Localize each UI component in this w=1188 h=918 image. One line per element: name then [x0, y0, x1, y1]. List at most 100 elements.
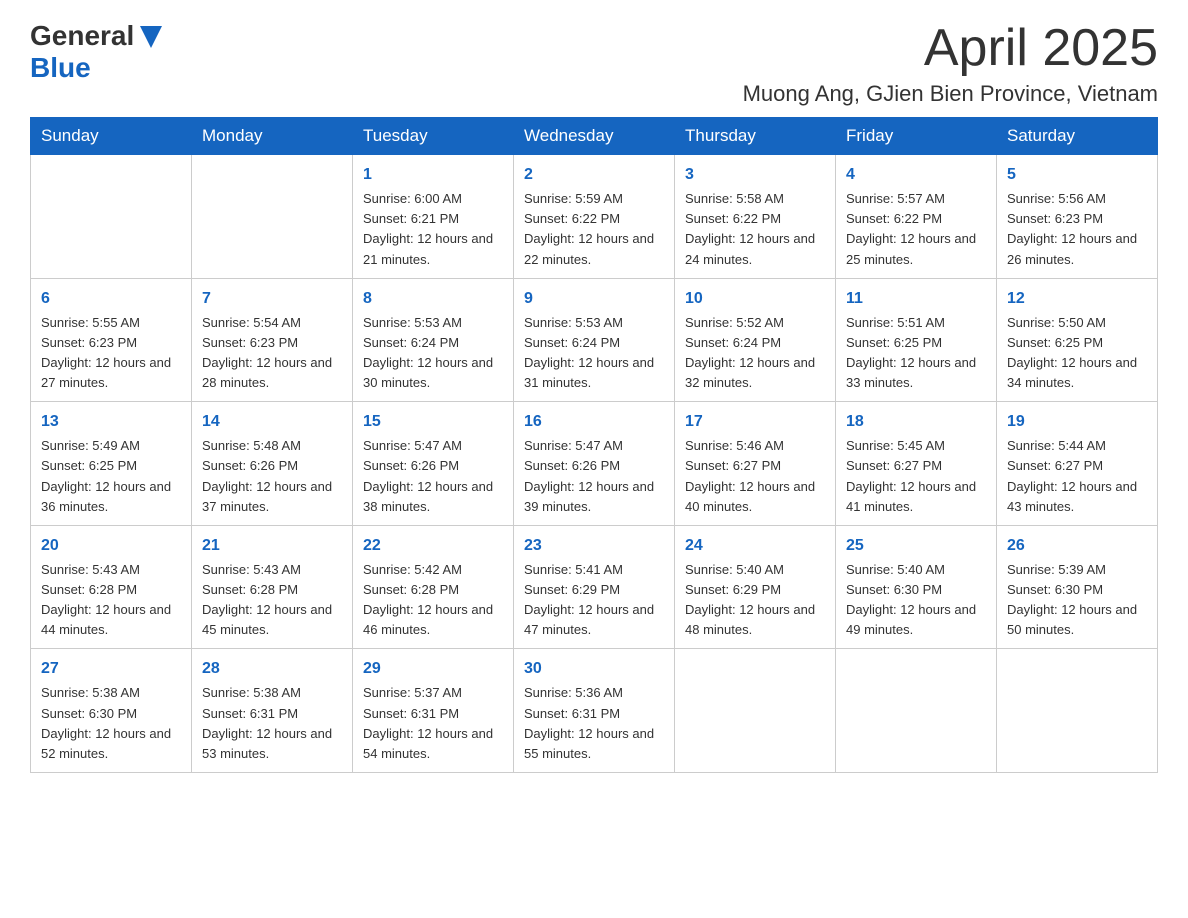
- day-detail: Sunrise: 5:38 AMSunset: 6:30 PMDaylight:…: [41, 683, 181, 764]
- calendar-cell: 17Sunrise: 5:46 AMSunset: 6:27 PMDayligh…: [675, 402, 836, 526]
- day-number: 24: [685, 534, 825, 558]
- page-header: General Blue April 2025 Muong Ang, GJien…: [30, 20, 1158, 107]
- calendar-cell: 11Sunrise: 5:51 AMSunset: 6:25 PMDayligh…: [836, 278, 997, 402]
- calendar-cell: [192, 155, 353, 279]
- day-detail: Sunrise: 5:36 AMSunset: 6:31 PMDaylight:…: [524, 683, 664, 764]
- day-detail: Sunrise: 5:39 AMSunset: 6:30 PMDaylight:…: [1007, 560, 1147, 641]
- day-number: 20: [41, 534, 181, 558]
- calendar-cell: 29Sunrise: 5:37 AMSunset: 6:31 PMDayligh…: [353, 649, 514, 773]
- weekday-header-monday: Monday: [192, 118, 353, 155]
- day-number: 27: [41, 657, 181, 681]
- day-number: 9: [524, 287, 664, 311]
- calendar-cell: 4Sunrise: 5:57 AMSunset: 6:22 PMDaylight…: [836, 155, 997, 279]
- day-detail: Sunrise: 5:42 AMSunset: 6:28 PMDaylight:…: [363, 560, 503, 641]
- day-detail: Sunrise: 5:47 AMSunset: 6:26 PMDaylight:…: [363, 436, 503, 517]
- calendar-cell: 2Sunrise: 5:59 AMSunset: 6:22 PMDaylight…: [514, 155, 675, 279]
- calendar-cell: 22Sunrise: 5:42 AMSunset: 6:28 PMDayligh…: [353, 525, 514, 649]
- day-number: 11: [846, 287, 986, 311]
- calendar-cell: 5Sunrise: 5:56 AMSunset: 6:23 PMDaylight…: [997, 155, 1158, 279]
- day-number: 8: [363, 287, 503, 311]
- calendar-cell: 3Sunrise: 5:58 AMSunset: 6:22 PMDaylight…: [675, 155, 836, 279]
- calendar-cell: 21Sunrise: 5:43 AMSunset: 6:28 PMDayligh…: [192, 525, 353, 649]
- day-number: 12: [1007, 287, 1147, 311]
- day-number: 10: [685, 287, 825, 311]
- calendar-cell: 8Sunrise: 5:53 AMSunset: 6:24 PMDaylight…: [353, 278, 514, 402]
- day-detail: Sunrise: 5:51 AMSunset: 6:25 PMDaylight:…: [846, 313, 986, 394]
- logo: General Blue: [30, 20, 166, 84]
- calendar-cell: [31, 155, 192, 279]
- day-detail: Sunrise: 5:41 AMSunset: 6:29 PMDaylight:…: [524, 560, 664, 641]
- weekday-header-row: SundayMondayTuesdayWednesdayThursdayFrid…: [31, 118, 1158, 155]
- day-detail: Sunrise: 5:59 AMSunset: 6:22 PMDaylight:…: [524, 189, 664, 270]
- calendar-cell: 9Sunrise: 5:53 AMSunset: 6:24 PMDaylight…: [514, 278, 675, 402]
- day-detail: Sunrise: 5:37 AMSunset: 6:31 PMDaylight:…: [363, 683, 503, 764]
- calendar-cell: 25Sunrise: 5:40 AMSunset: 6:30 PMDayligh…: [836, 525, 997, 649]
- calendar-cell: 26Sunrise: 5:39 AMSunset: 6:30 PMDayligh…: [997, 525, 1158, 649]
- day-number: 29: [363, 657, 503, 681]
- calendar-cell: 18Sunrise: 5:45 AMSunset: 6:27 PMDayligh…: [836, 402, 997, 526]
- calendar-cell: 14Sunrise: 5:48 AMSunset: 6:26 PMDayligh…: [192, 402, 353, 526]
- calendar-cell: 27Sunrise: 5:38 AMSunset: 6:30 PMDayligh…: [31, 649, 192, 773]
- logo-icon: [136, 22, 166, 52]
- month-title: April 2025: [743, 20, 1158, 77]
- calendar-cell: 28Sunrise: 5:38 AMSunset: 6:31 PMDayligh…: [192, 649, 353, 773]
- day-number: 28: [202, 657, 342, 681]
- location-title: Muong Ang, GJien Bien Province, Vietnam: [743, 81, 1158, 107]
- calendar-cell: 10Sunrise: 5:52 AMSunset: 6:24 PMDayligh…: [675, 278, 836, 402]
- calendar-cell: 24Sunrise: 5:40 AMSunset: 6:29 PMDayligh…: [675, 525, 836, 649]
- day-detail: Sunrise: 5:43 AMSunset: 6:28 PMDaylight:…: [202, 560, 342, 641]
- calendar-cell: 30Sunrise: 5:36 AMSunset: 6:31 PMDayligh…: [514, 649, 675, 773]
- day-number: 2: [524, 163, 664, 187]
- calendar-cell: 19Sunrise: 5:44 AMSunset: 6:27 PMDayligh…: [997, 402, 1158, 526]
- day-detail: Sunrise: 5:45 AMSunset: 6:27 PMDaylight:…: [846, 436, 986, 517]
- day-detail: Sunrise: 5:50 AMSunset: 6:25 PMDaylight:…: [1007, 313, 1147, 394]
- day-detail: Sunrise: 5:40 AMSunset: 6:30 PMDaylight:…: [846, 560, 986, 641]
- calendar-cell: [836, 649, 997, 773]
- day-number: 26: [1007, 534, 1147, 558]
- day-detail: Sunrise: 5:58 AMSunset: 6:22 PMDaylight:…: [685, 189, 825, 270]
- day-number: 17: [685, 410, 825, 434]
- day-detail: Sunrise: 5:40 AMSunset: 6:29 PMDaylight:…: [685, 560, 825, 641]
- day-detail: Sunrise: 5:56 AMSunset: 6:23 PMDaylight:…: [1007, 189, 1147, 270]
- day-detail: Sunrise: 5:49 AMSunset: 6:25 PMDaylight:…: [41, 436, 181, 517]
- day-detail: Sunrise: 5:46 AMSunset: 6:27 PMDaylight:…: [685, 436, 825, 517]
- day-number: 4: [846, 163, 986, 187]
- weekday-header-saturday: Saturday: [997, 118, 1158, 155]
- day-number: 3: [685, 163, 825, 187]
- calendar-week-row: 6Sunrise: 5:55 AMSunset: 6:23 PMDaylight…: [31, 278, 1158, 402]
- calendar-cell: 20Sunrise: 5:43 AMSunset: 6:28 PMDayligh…: [31, 525, 192, 649]
- calendar-week-row: 27Sunrise: 5:38 AMSunset: 6:30 PMDayligh…: [31, 649, 1158, 773]
- calendar-cell: 1Sunrise: 6:00 AMSunset: 6:21 PMDaylight…: [353, 155, 514, 279]
- calendar-cell: [997, 649, 1158, 773]
- day-number: 19: [1007, 410, 1147, 434]
- day-number: 5: [1007, 163, 1147, 187]
- day-detail: Sunrise: 5:53 AMSunset: 6:24 PMDaylight:…: [363, 313, 503, 394]
- day-number: 22: [363, 534, 503, 558]
- day-detail: Sunrise: 5:48 AMSunset: 6:26 PMDaylight:…: [202, 436, 342, 517]
- day-number: 14: [202, 410, 342, 434]
- calendar-week-row: 13Sunrise: 5:49 AMSunset: 6:25 PMDayligh…: [31, 402, 1158, 526]
- calendar-table: SundayMondayTuesdayWednesdayThursdayFrid…: [30, 117, 1158, 773]
- day-number: 16: [524, 410, 664, 434]
- weekday-header-wednesday: Wednesday: [514, 118, 675, 155]
- header-right: April 2025 Muong Ang, GJien Bien Provinc…: [743, 20, 1158, 107]
- day-number: 23: [524, 534, 664, 558]
- day-detail: Sunrise: 5:44 AMSunset: 6:27 PMDaylight:…: [1007, 436, 1147, 517]
- weekday-header-friday: Friday: [836, 118, 997, 155]
- day-number: 30: [524, 657, 664, 681]
- day-detail: Sunrise: 5:53 AMSunset: 6:24 PMDaylight:…: [524, 313, 664, 394]
- calendar-week-row: 1Sunrise: 6:00 AMSunset: 6:21 PMDaylight…: [31, 155, 1158, 279]
- calendar-cell: 15Sunrise: 5:47 AMSunset: 6:26 PMDayligh…: [353, 402, 514, 526]
- calendar-cell: 7Sunrise: 5:54 AMSunset: 6:23 PMDaylight…: [192, 278, 353, 402]
- day-detail: Sunrise: 5:55 AMSunset: 6:23 PMDaylight:…: [41, 313, 181, 394]
- logo-text-general: General: [30, 20, 134, 52]
- day-number: 13: [41, 410, 181, 434]
- calendar-week-row: 20 Sunrise: 5:43 AMSunset: 6:28 PMDayligh…: [31, 525, 1158, 649]
- calendar-cell: 23Sunrise: 5:41 AMSunset: 6:29 PMDayligh…: [514, 525, 675, 649]
- day-detail: Sunrise: 5:38 AMSunset: 6:31 PMDaylight:…: [202, 683, 342, 764]
- day-detail: Sunrise: 5:57 AMSunset: 6:22 PMDaylight:…: [846, 189, 986, 270]
- weekday-header-sunday: Sunday: [31, 118, 192, 155]
- calendar-cell: 16Sunrise: 5:47 AMSunset: 6:26 PMDayligh…: [514, 402, 675, 526]
- weekday-header-tuesday: Tuesday: [353, 118, 514, 155]
- calendar-cell: 13Sunrise: 5:49 AMSunset: 6:25 PMDayligh…: [31, 402, 192, 526]
